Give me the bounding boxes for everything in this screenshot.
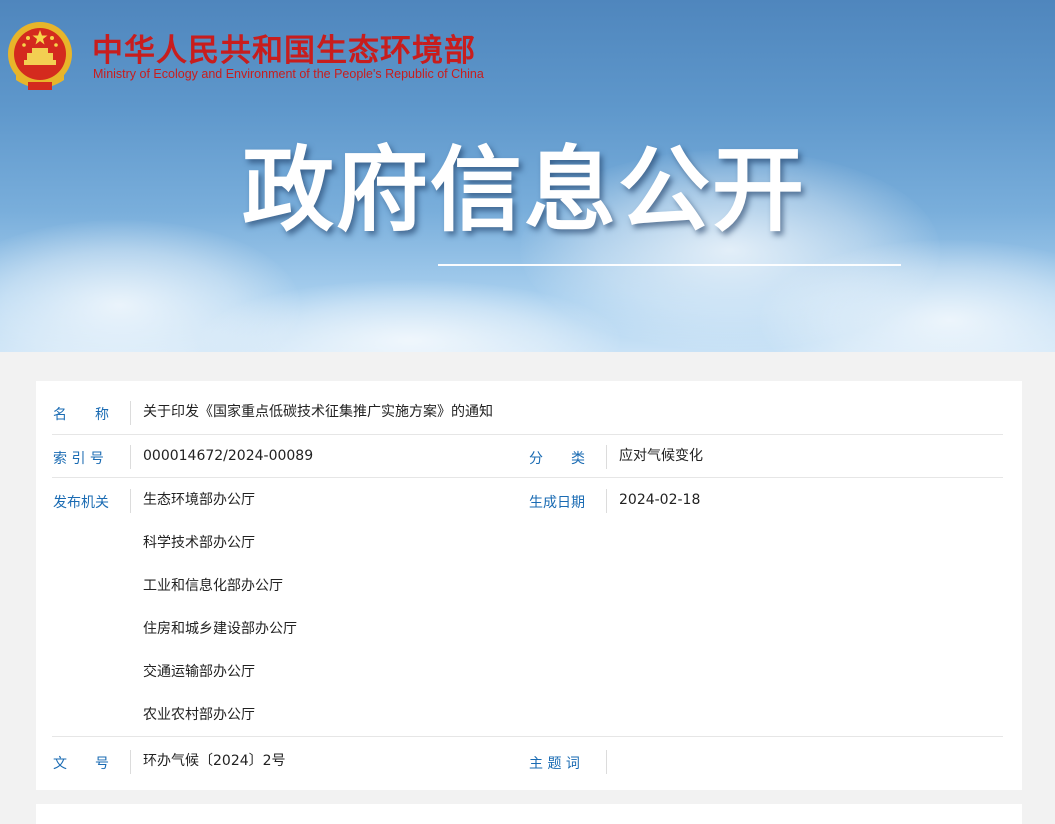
ministry-name-cn: 中华人民共和国生态环境部 xyxy=(92,33,476,69)
title-underline xyxy=(438,264,901,266)
keywords-label: 主 题 词 xyxy=(529,756,580,772)
title-label: 名 称 xyxy=(53,407,109,423)
category-label: 分 类 xyxy=(529,451,585,467)
info-row-issuer: 发布机关 生态环境部办公厅 科学技术部办公厅 工业和信息化部办公厅 住房和城乡建… xyxy=(36,478,1022,737)
date-label: 生成日期 xyxy=(529,495,585,511)
column-divider xyxy=(130,401,131,425)
issuer-name: 科学技术部办公厅 xyxy=(143,535,255,551)
column-divider xyxy=(606,445,607,469)
docno-label: 文 号 xyxy=(53,756,109,772)
category-value: 应对气候变化 xyxy=(619,448,703,464)
document-number: 环办气候〔2024〕2号 xyxy=(143,753,286,769)
info-row-index: 索 引 号 000014672/2024-00089 分 类 应对气候变化 xyxy=(36,435,1022,478)
column-divider xyxy=(606,750,607,774)
header-banner: 中华人民共和国生态环境部 Ministry of Ecology and Env… xyxy=(0,0,1055,352)
issuer-name: 住房和城乡建设部办公厅 xyxy=(143,621,297,637)
index-label: 索 引 号 xyxy=(53,451,104,467)
document-info-card: 名 称 关于印发《国家重点低碳技术征集推广实施方案》的通知 索 引 号 0000… xyxy=(36,381,1022,790)
issuer-label: 发布机关 xyxy=(53,495,109,511)
index-number: 000014672/2024-00089 xyxy=(143,448,314,464)
page-title: 政府信息公开 xyxy=(242,137,807,244)
info-row-docno: 文 号 环办气候〔2024〕2号 主 题 词 xyxy=(36,737,1022,790)
document-title: 关于印发《国家重点低碳技术征集推广实施方案》的通知 xyxy=(143,404,493,420)
column-divider xyxy=(130,750,131,774)
national-emblem-icon xyxy=(8,22,72,90)
issuer-name: 工业和信息化部办公厅 xyxy=(143,578,283,594)
column-divider xyxy=(130,489,131,513)
issuer-name: 农业农村部办公厅 xyxy=(143,707,255,723)
ministry-name-en: Ministry of Ecology and Environment of t… xyxy=(93,67,484,81)
issuer-name: 交通运输部办公厅 xyxy=(143,664,255,680)
info-row-title: 名 称 关于印发《国家重点低碳技术征集推广实施方案》的通知 xyxy=(36,381,1022,435)
column-divider xyxy=(606,489,607,513)
issuer-name: 生态环境部办公厅 xyxy=(143,492,255,508)
next-section-card xyxy=(36,804,1022,824)
column-divider xyxy=(130,445,131,469)
date-value: 2024-02-18 xyxy=(619,492,701,508)
